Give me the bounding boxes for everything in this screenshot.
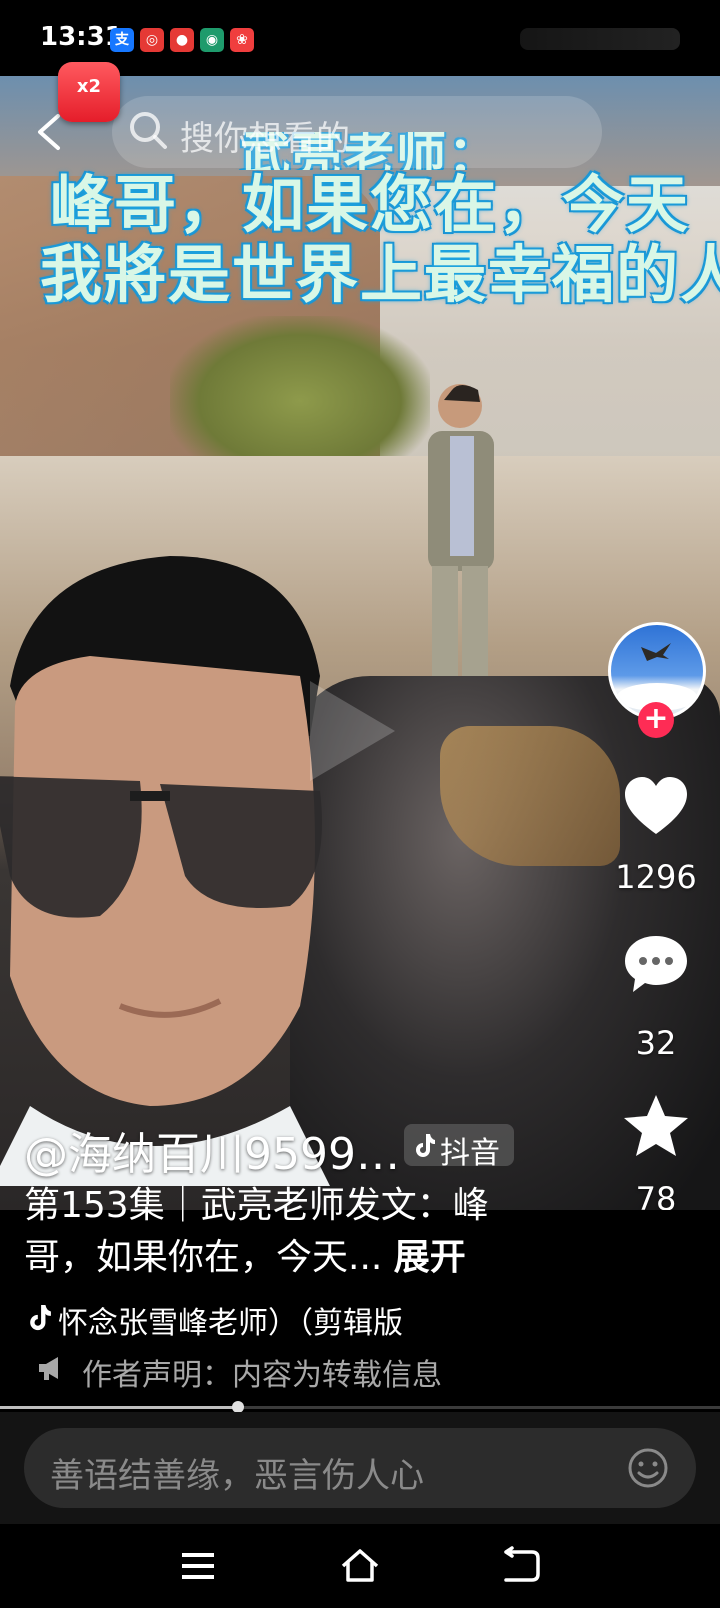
caption-line-1: 峰哥，如果您在，今天 bbox=[49, 168, 690, 241]
menu-icon[interactable] bbox=[176, 1544, 220, 1588]
play-icon[interactable] bbox=[300, 671, 400, 791]
video-description: 第153集｜武亮老师发文：峰哥，如果你在，今天... 展开 bbox=[24, 1180, 524, 1284]
author-notice: 作者声明：内容为转载信息 bbox=[82, 1358, 442, 1393]
favorite-star-icon[interactable] bbox=[621, 1092, 691, 1162]
search-placeholder: 搜你想看的 bbox=[180, 119, 350, 159]
comment-placeholder: 善语结善缘，恶言伤人心 bbox=[50, 1456, 424, 1496]
author-name[interactable]: @海纳百川9599… bbox=[24, 1118, 400, 1182]
home-icon[interactable] bbox=[338, 1544, 382, 1588]
follow-button[interactable]: + bbox=[638, 702, 674, 738]
douyin-logo-icon bbox=[416, 1134, 435, 1157]
app-icon-2: ◎ bbox=[140, 28, 164, 52]
comment-count: 32 bbox=[635, 1024, 677, 1062]
status-indicators bbox=[520, 28, 680, 50]
platform-label: 抖音 bbox=[440, 1136, 500, 1171]
caption-line-2: 我將是世界上最幸福的人 bbox=[40, 238, 720, 311]
video-progress-fill bbox=[0, 1406, 238, 1409]
back-nav-icon[interactable] bbox=[498, 1544, 542, 1588]
app-icon-5: ❀ bbox=[230, 28, 254, 52]
like-count: 1296 bbox=[615, 858, 697, 896]
back-arrow-icon[interactable] bbox=[34, 112, 64, 152]
search-icon bbox=[130, 112, 167, 149]
maps-icon: ● bbox=[170, 28, 194, 52]
app-icon-4: ◉ bbox=[200, 28, 224, 52]
reward-badge-label: x2 bbox=[76, 76, 102, 97]
comment-icon[interactable] bbox=[621, 930, 691, 1000]
megaphone-icon bbox=[39, 1357, 58, 1380]
emoji-icon[interactable] bbox=[626, 1446, 670, 1490]
scene-car-reflection bbox=[440, 726, 620, 866]
music-note-icon bbox=[30, 1305, 51, 1331]
music-title[interactable]: 怀念张雪峰老师）（剪辑版 bbox=[58, 1298, 418, 1342]
like-heart-icon[interactable] bbox=[621, 772, 691, 842]
alipay-icon: 支 bbox=[110, 28, 134, 52]
expand-link[interactable]: 展开 bbox=[394, 1237, 466, 1278]
selfie-person bbox=[0, 556, 330, 1186]
